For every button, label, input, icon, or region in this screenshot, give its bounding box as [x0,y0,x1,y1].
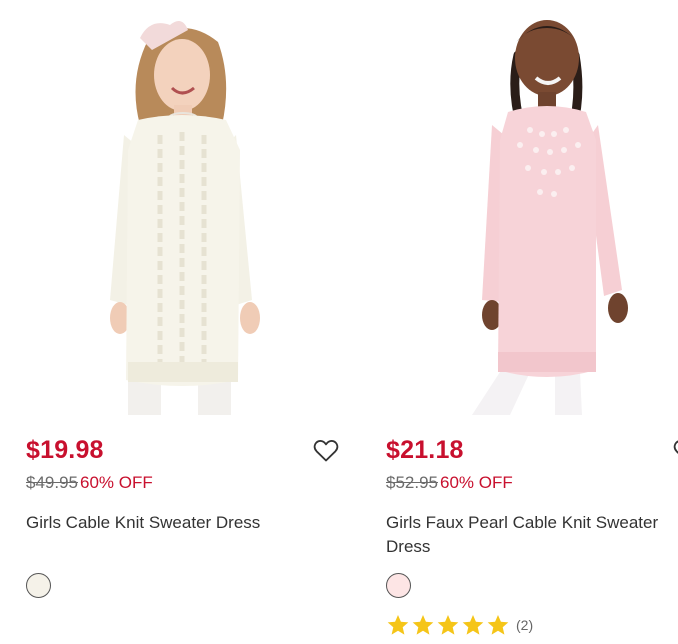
product-photo-cream-dress [110,21,260,415]
review-count[interactable]: (2) [516,617,533,633]
discount-label: 60% OFF [440,473,513,492]
star-icon [462,615,484,635]
star-icon [387,615,409,635]
wishlist-heart-icon[interactable] [673,439,678,463]
wishlist-heart-icon[interactable] [313,439,339,463]
product-image[interactable] [0,0,330,415]
original-price: $49.95 [26,473,78,492]
color-swatch-cream[interactable] [26,573,51,598]
discount-label: 60% OFF [80,473,153,492]
color-swatch-pink[interactable] [386,573,411,598]
star-icon [487,615,509,635]
product-photo-pink-dress [472,20,628,415]
star-icon [412,615,434,635]
product-card-cable-knit-dress[interactable]: $19.98 $49.95 60% OFF Girls Cable Knit Sw… [0,0,339,644]
price-details: $52.95 60% OFF [386,473,513,493]
product-card-faux-pearl-dress[interactable]: $21.18 $52.95 60% OFF Girls Faux Pearl Ca… [360,0,678,644]
product-rating[interactable]: (2) [386,614,533,636]
product-title[interactable]: Girls Cable Knit Sweater Dress [26,511,326,535]
original-price: $52.95 [386,473,438,492]
product-title[interactable]: Girls Faux Pearl Cable Knit Sweater Dres… [386,511,678,559]
sale-price: $19.98 [26,436,104,464]
price-details: $49.95 60% OFF [26,473,153,493]
product-image[interactable] [360,0,678,415]
sale-price: $21.18 [386,436,464,464]
star-icon [437,615,459,635]
